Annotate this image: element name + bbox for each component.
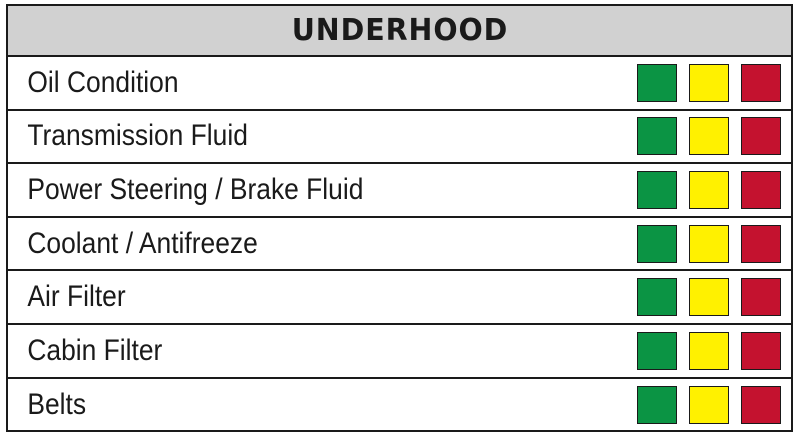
good-status-checkbox[interactable] (637, 170, 677, 209)
checklist-row: Coolant / Antifreeze (8, 218, 791, 272)
good-status-checkbox[interactable] (637, 224, 677, 263)
checklist-item-label: Belts (27, 388, 87, 422)
good-status-checkbox[interactable] (637, 386, 677, 425)
checklist-rows: Oil Condition Transmission Fluid Power Ste… (8, 57, 791, 432)
attention-status-checkbox[interactable] (741, 278, 781, 317)
underhood-checklist: UNDERHOOD Oil Condition Transmission Flui… (6, 4, 793, 432)
caution-status-checkbox[interactable] (689, 170, 729, 209)
status-swatches (637, 224, 791, 263)
checklist-item-label: Cabin Filter (27, 333, 163, 367)
checklist-item-label: Power Steering / Brake Fluid (27, 172, 364, 206)
good-status-checkbox[interactable] (637, 63, 677, 102)
attention-status-checkbox[interactable] (741, 170, 781, 209)
attention-status-checkbox[interactable] (741, 224, 781, 263)
attention-status-checkbox[interactable] (741, 331, 781, 370)
checklist-row: Cabin Filter (8, 325, 791, 379)
checklist-row: Oil Condition (8, 57, 791, 111)
status-swatches (637, 331, 791, 370)
checklist-item-label: Transmission Fluid (27, 119, 248, 153)
checklist-row: Power Steering / Brake Fluid (8, 164, 791, 218)
caution-status-checkbox[interactable] (689, 63, 729, 102)
good-status-checkbox[interactable] (637, 331, 677, 370)
checklist-item-label: Oil Condition (27, 65, 179, 99)
caution-status-checkbox[interactable] (689, 117, 729, 156)
good-status-checkbox[interactable] (637, 117, 677, 156)
checklist-header: UNDERHOOD (8, 6, 791, 57)
good-status-checkbox[interactable] (637, 278, 677, 317)
attention-status-checkbox[interactable] (741, 386, 781, 425)
checklist-title: UNDERHOOD (291, 13, 508, 48)
checklist-item-label: Coolant / Antifreeze (27, 226, 258, 260)
status-swatches (637, 278, 791, 317)
caution-status-checkbox[interactable] (689, 278, 729, 317)
caution-status-checkbox[interactable] (689, 224, 729, 263)
attention-status-checkbox[interactable] (741, 117, 781, 156)
status-swatches (637, 63, 791, 102)
status-swatches (637, 170, 791, 209)
checklist-item-label: Air Filter (27, 280, 126, 314)
status-swatches (637, 386, 791, 425)
status-swatches (637, 117, 791, 156)
caution-status-checkbox[interactable] (689, 386, 729, 425)
caution-status-checkbox[interactable] (689, 331, 729, 370)
attention-status-checkbox[interactable] (741, 63, 781, 102)
checklist-row: Transmission Fluid (8, 111, 791, 165)
checklist-row: Belts (8, 379, 791, 433)
checklist-row: Air Filter (8, 271, 791, 325)
